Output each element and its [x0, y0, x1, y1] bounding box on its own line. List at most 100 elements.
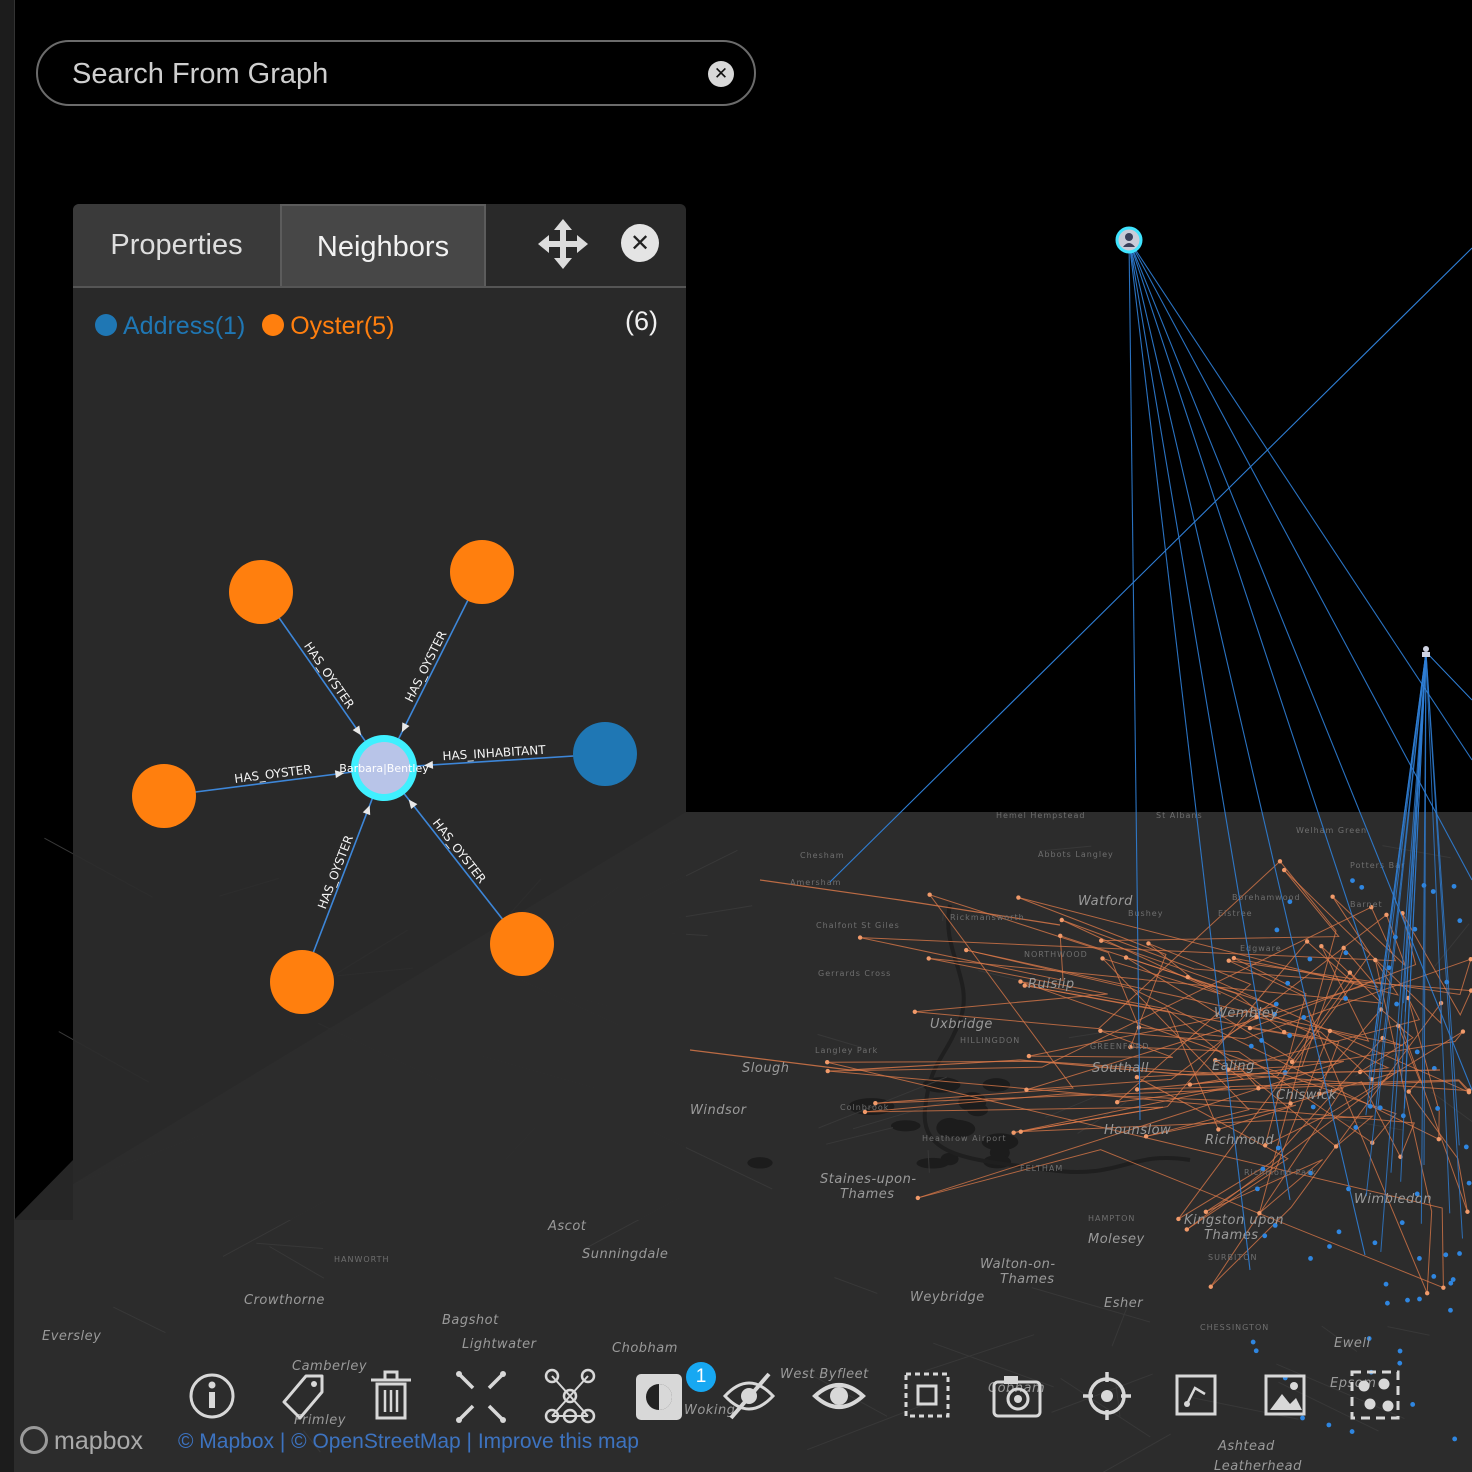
map-place-label: Elstree — [1218, 909, 1253, 918]
attribution-link-osm[interactable]: © OpenStreetMap — [291, 1430, 461, 1453]
station-dot — [1341, 945, 1346, 951]
camera-icon — [992, 1376, 1041, 1418]
info-button[interactable] — [180, 1362, 244, 1430]
station-dot — [1277, 859, 1283, 864]
graph-edge[interactable]: HAS_OYSTER — [301, 767, 385, 983]
person-node[interactable] — [1422, 646, 1430, 657]
station-dot — [1281, 1029, 1287, 1035]
map-place-label: Bushey — [1128, 909, 1163, 918]
edit-path-icon — [1175, 1374, 1216, 1416]
graph-layout-button[interactable] — [538, 1362, 602, 1430]
mapbox-logo[interactable]: mapbox — [20, 1426, 143, 1460]
map-place-label: Hemel Hempstead — [996, 811, 1085, 820]
group-nodes-button[interactable] — [1344, 1362, 1408, 1430]
address-dot — [1310, 1104, 1316, 1110]
edge-arrow — [408, 799, 418, 810]
graph-edge — [1425, 651, 1472, 701]
neighbor-node[interactable] — [270, 950, 334, 1014]
address-dot — [1301, 1015, 1307, 1020]
legend-item-address[interactable]: Address(1) — [95, 312, 245, 341]
map-place-label: Slough — [742, 1061, 790, 1076]
tag-icon — [282, 1374, 323, 1420]
neighbor-node[interactable] — [229, 560, 293, 624]
legend-item-oyster[interactable]: Oyster(5) — [262, 312, 394, 341]
map-place-label: Rickmansworth — [950, 913, 1025, 922]
contrast-toggle-icon — [635, 1374, 682, 1420]
edge-label: HAS_OYSTER — [301, 640, 357, 712]
neighbor-node[interactable] — [490, 912, 554, 976]
edge-label: HAS_OYSTER — [315, 833, 356, 911]
expand-icon — [455, 1371, 506, 1423]
attribution-link-mapbox[interactable]: © Mapbox — [178, 1430, 274, 1453]
address-dot — [1463, 1144, 1469, 1150]
mapbox-logo-text: mapbox — [54, 1427, 143, 1455]
station-dot — [1319, 944, 1324, 949]
image-icon — [1264, 1374, 1306, 1416]
address-dot — [1399, 1220, 1405, 1226]
reservoir — [891, 1120, 921, 1132]
map-place-label: HANWORTH — [334, 1255, 390, 1264]
edge-arrow — [362, 805, 371, 816]
station-dot — [1289, 1059, 1295, 1065]
address-dot — [1372, 1240, 1378, 1246]
map-place-label: Ashtead — [1217, 1439, 1275, 1454]
node-detail-panel: Properties Neighbors ✕ HAS_OYSTER HAS_OYS… — [73, 204, 686, 1220]
map-place-label: Southall — [1092, 1061, 1149, 1076]
address-dot — [1417, 1296, 1422, 1302]
neighbor-count: (6) — [625, 306, 658, 336]
graph-layout-icon — [544, 1368, 596, 1424]
station-dot — [1185, 974, 1190, 980]
contrast-toggle-button[interactable] — [628, 1362, 692, 1430]
mapbox-logo-icon — [20, 1426, 48, 1454]
station-dot — [1256, 1086, 1261, 1091]
station-dot — [1333, 1144, 1339, 1149]
neighbor-node[interactable] — [132, 764, 196, 828]
map-place-label: Watford — [1078, 894, 1133, 909]
station-dot — [1146, 941, 1151, 946]
center-node[interactable]: Barbara|Bentley — [339, 735, 429, 801]
neighbor-node[interactable] — [450, 540, 514, 604]
address-dot — [1435, 1106, 1441, 1111]
address-dot — [1350, 878, 1355, 884]
neighbors-graph[interactable]: HAS_OYSTER HAS_OYSTER HAS_OYSTER HAS_OYSTER… — [73, 204, 686, 1220]
select-area-button[interactable] — [896, 1362, 960, 1430]
trash-button[interactable] — [359, 1362, 423, 1430]
station-dot — [1436, 1136, 1441, 1142]
map-place-label: Wembley — [1214, 1006, 1279, 1021]
map-place-label: Ealing — [1212, 1059, 1255, 1074]
address-dot — [1394, 1001, 1400, 1007]
station-dot — [915, 1195, 921, 1201]
map-place-label: FELTHAM — [1020, 1164, 1063, 1173]
crosshair-button[interactable] — [1075, 1362, 1139, 1430]
search-input[interactable] — [70, 50, 674, 98]
eye-off-button[interactable] — [717, 1362, 781, 1430]
image-button[interactable] — [1254, 1362, 1318, 1430]
map-place-label: Ascot — [547, 1219, 587, 1234]
map-place-label: Windsor — [690, 1103, 748, 1118]
attribution-link-improve[interactable]: Improve this map — [478, 1430, 639, 1453]
address-dot — [1287, 1033, 1293, 1038]
graph-edge-line — [301, 767, 385, 983]
close-circle-icon[interactable]: ✕ — [708, 61, 734, 87]
address-dot — [1250, 1339, 1256, 1345]
road — [942, 913, 944, 921]
camera-button[interactable] — [986, 1362, 1050, 1430]
map-place-label: Gerrards Cross — [818, 969, 891, 978]
address-dot — [1343, 950, 1349, 956]
expand-button[interactable] — [449, 1362, 513, 1430]
station-dot — [912, 1009, 918, 1014]
station-dot — [1024, 1087, 1029, 1092]
person-node[interactable] — [1115, 226, 1143, 254]
map-place-label: Esher — [1104, 1296, 1144, 1311]
edge-label: HAS_OYSTER — [430, 816, 489, 886]
address-dot — [1457, 918, 1463, 924]
eye-button[interactable] — [807, 1362, 871, 1430]
tag-button[interactable] — [270, 1362, 334, 1430]
graph-edge[interactable]: HAS_OYSTER — [383, 767, 523, 945]
neighbor-node[interactable] — [573, 722, 637, 786]
station-dot — [1176, 1216, 1181, 1222]
edit-path-button[interactable] — [1165, 1362, 1229, 1430]
station-dot — [1011, 1130, 1016, 1135]
map-place-label: Thames — [1000, 1272, 1055, 1287]
search-bar[interactable]: ✕ — [36, 40, 756, 106]
